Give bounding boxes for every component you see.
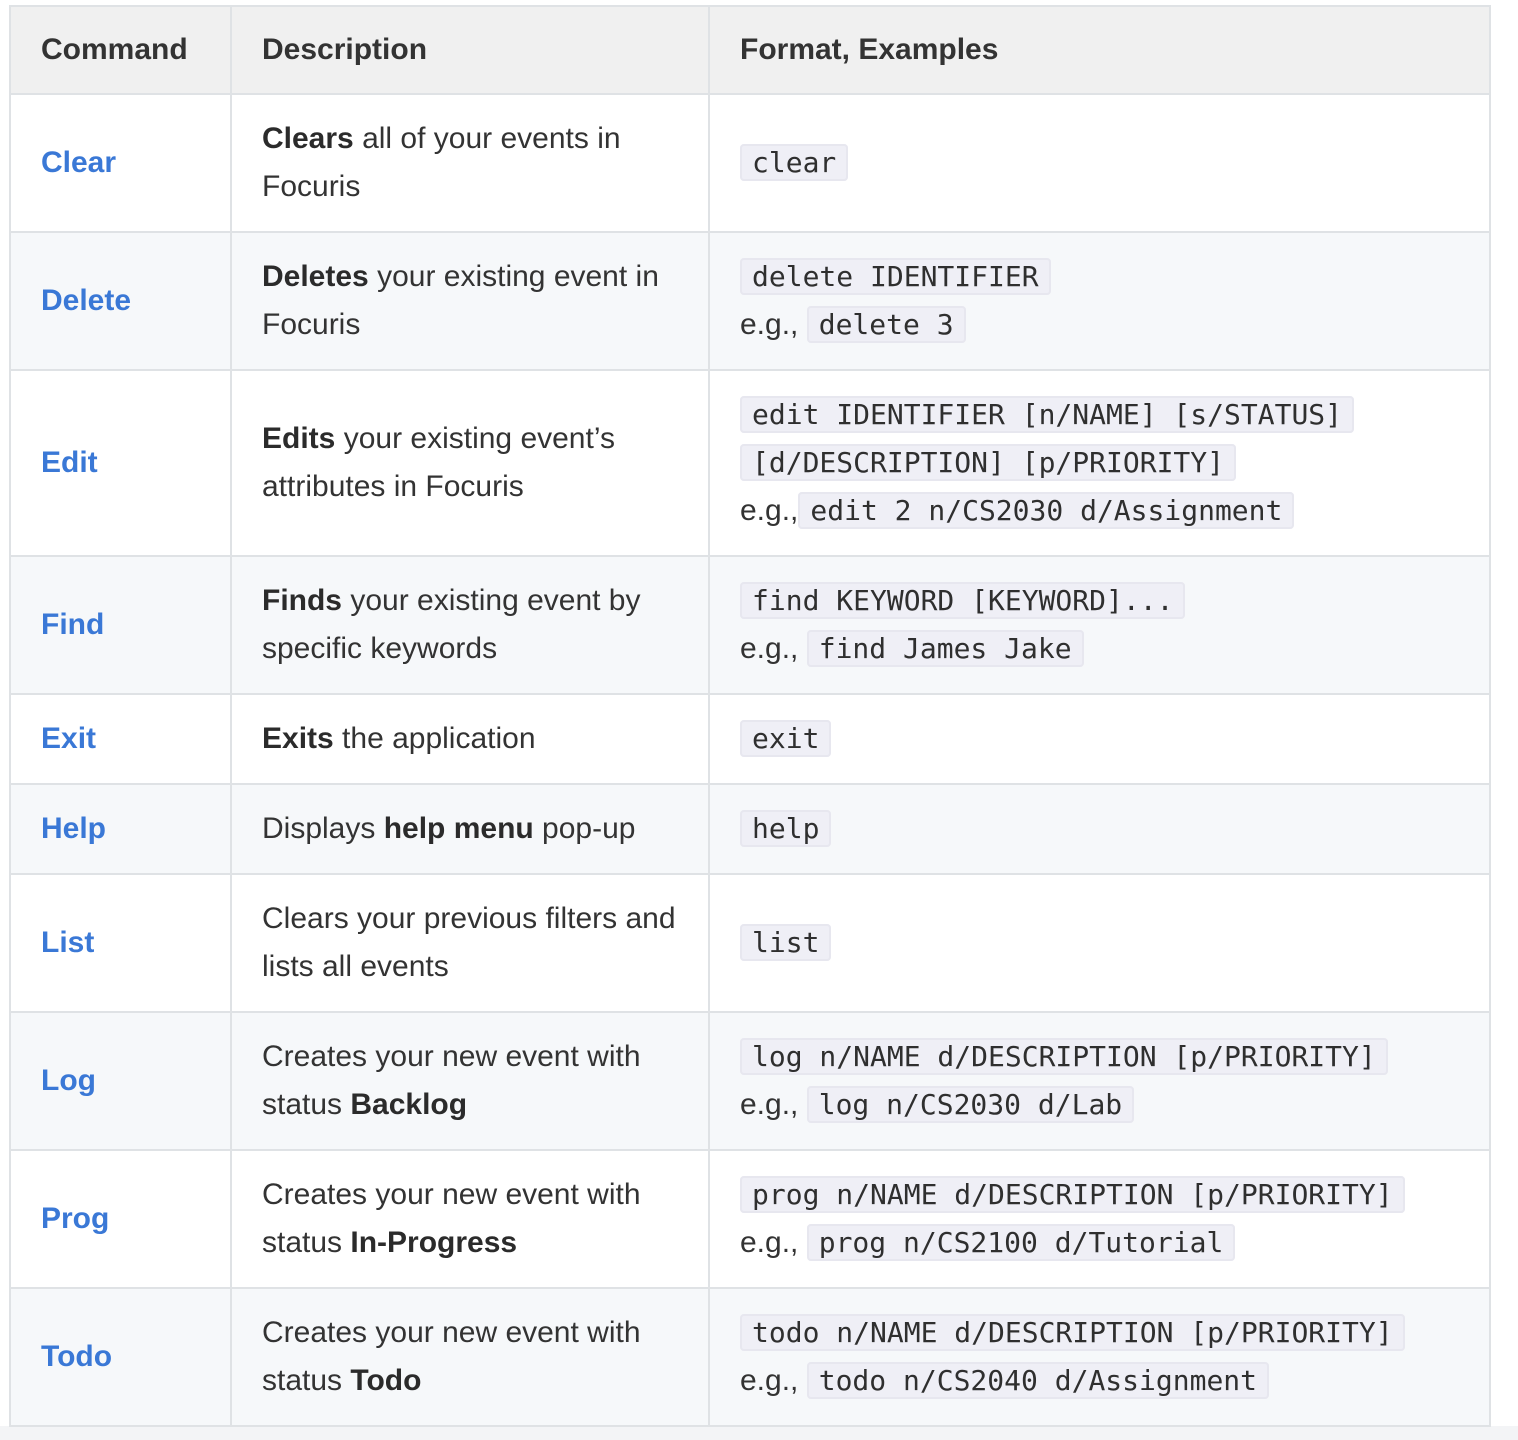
description-bold: Backlog: [350, 1088, 468, 1121]
description-prog: Creates your new event with status In-Pr…: [230, 1149, 710, 1289]
format-log: log n/NAME d/DESCRIPTION [p/PRIORITY] e.…: [708, 1011, 1491, 1151]
description-help: Displays help menu pop-up: [230, 783, 710, 875]
command-clear[interactable]: Clear: [9, 93, 232, 233]
format-code: find KEYWORD [KEYWORD]...: [740, 582, 1186, 619]
table-row: Exit Exits the application exit: [9, 693, 1491, 785]
description-find: Finds your existing event by specific ke…: [230, 555, 710, 695]
format-find: find KEYWORD [KEYWORD]... e.g., find Jam…: [708, 555, 1491, 695]
table-row: Delete Deletes your existing event in Fo…: [9, 231, 1491, 371]
description-bold: Todo: [350, 1364, 422, 1397]
example-label: e.g.,: [740, 494, 799, 527]
table-row: Prog Creates your new event with status …: [9, 1149, 1491, 1289]
format-code: clear: [740, 144, 849, 181]
example-label: e.g.,: [740, 1088, 799, 1121]
format-list: list: [708, 873, 1491, 1013]
example-code: find James Jake: [806, 630, 1084, 667]
example-label: e.g.,: [740, 1364, 799, 1397]
description-bold: Finds: [262, 584, 342, 617]
command-log[interactable]: Log: [9, 1011, 232, 1151]
format-edit: edit IDENTIFIER [n/NAME] [s/STATUS] [d/D…: [708, 369, 1491, 557]
table-row: Edit Edits your existing event’s attribu…: [9, 369, 1491, 557]
description-bold: help menu: [383, 812, 534, 845]
description-bold: Edits: [262, 422, 336, 455]
description-log: Creates your new event with status Backl…: [230, 1011, 710, 1151]
example-label: e.g.,: [740, 308, 799, 341]
command-todo[interactable]: Todo: [9, 1287, 232, 1427]
header-description: Description: [230, 5, 710, 95]
description-delete: Deletes your existing event in Focuris: [230, 231, 710, 371]
format-code: todo n/NAME d/DESCRIPTION [p/PRIORITY]: [740, 1314, 1405, 1351]
description-bold: Clears: [262, 122, 354, 155]
format-code-continued: [d/DESCRIPTION] [p/PRIORITY]: [740, 444, 1237, 481]
format-todo: todo n/NAME d/DESCRIPTION [p/PRIORITY] e…: [708, 1287, 1491, 1427]
command-exit[interactable]: Exit: [9, 693, 232, 785]
format-code: exit: [740, 720, 832, 757]
format-delete: delete IDENTIFIER e.g., delete 3: [708, 231, 1491, 371]
command-prog[interactable]: Prog: [9, 1149, 232, 1289]
format-clear: clear: [708, 93, 1491, 233]
example-code: prog n/CS2100 d/Tutorial: [806, 1224, 1236, 1261]
table-row: Find Finds your existing event by specif…: [9, 555, 1491, 695]
command-edit[interactable]: Edit: [9, 369, 232, 557]
command-delete[interactable]: Delete: [9, 231, 232, 371]
description-text: pop-up: [533, 812, 636, 845]
example-label: e.g.,: [740, 632, 799, 665]
example-code: delete 3: [806, 306, 966, 343]
description-text: Clears your previous filters and lists a…: [262, 902, 676, 983]
table-row: Todo Creates your new event with status …: [9, 1287, 1491, 1427]
format-help: help: [708, 783, 1491, 875]
description-text: Creates your new event with status: [262, 1316, 641, 1397]
command-help[interactable]: Help: [9, 783, 232, 875]
format-exit: exit: [708, 693, 1491, 785]
description-list: Clears your previous filters and lists a…: [230, 873, 710, 1013]
table-row: Help Displays help menu pop-up help: [9, 783, 1491, 875]
format-code: help: [740, 810, 832, 847]
format-code: log n/NAME d/DESCRIPTION [p/PRIORITY]: [740, 1038, 1388, 1075]
description-bold: Exits: [262, 722, 334, 755]
description-text: the application: [333, 722, 536, 755]
example-code: edit 2 n/CS2030 d/Assignment: [798, 492, 1295, 529]
example-code: log n/CS2030 d/Lab: [806, 1086, 1135, 1123]
description-todo: Creates your new event with status Todo: [230, 1287, 710, 1427]
table-row: List Clears your previous filters and li…: [9, 873, 1491, 1013]
example-code: todo n/CS2040 d/Assignment: [806, 1362, 1270, 1399]
description-exit: Exits the application: [230, 693, 710, 785]
description-clear: Clears all of your events in Focuris: [230, 93, 710, 233]
format-code: delete IDENTIFIER: [740, 258, 1051, 295]
format-code: edit IDENTIFIER [n/NAME] [s/STATUS]: [740, 396, 1355, 433]
table-header-row: Command Description Format, Examples: [9, 5, 1491, 95]
header-command: Command: [9, 5, 232, 95]
format-code: prog n/NAME d/DESCRIPTION [p/PRIORITY]: [740, 1176, 1405, 1213]
command-find[interactable]: Find: [9, 555, 232, 695]
description-bold: Deletes: [262, 260, 369, 293]
header-format-examples: Format, Examples: [708, 5, 1491, 95]
description-edit: Edits your existing event’s attributes i…: [230, 369, 710, 557]
command-list[interactable]: List: [9, 873, 232, 1013]
format-code: list: [740, 924, 832, 961]
table-row: Clear Clears all of your events in Focur…: [9, 93, 1491, 233]
example-label: e.g.,: [740, 1226, 799, 1259]
description-text: Displays: [262, 812, 384, 845]
table-row: Log Creates your new event with status B…: [9, 1011, 1491, 1151]
command-summary-table: Command Description Format, Examples Cle…: [9, 5, 1491, 1427]
format-prog: prog n/NAME d/DESCRIPTION [p/PRIORITY] e…: [708, 1149, 1491, 1289]
page-bottom-strip: [0, 1426, 1518, 1440]
description-bold: In-Progress: [350, 1226, 518, 1259]
